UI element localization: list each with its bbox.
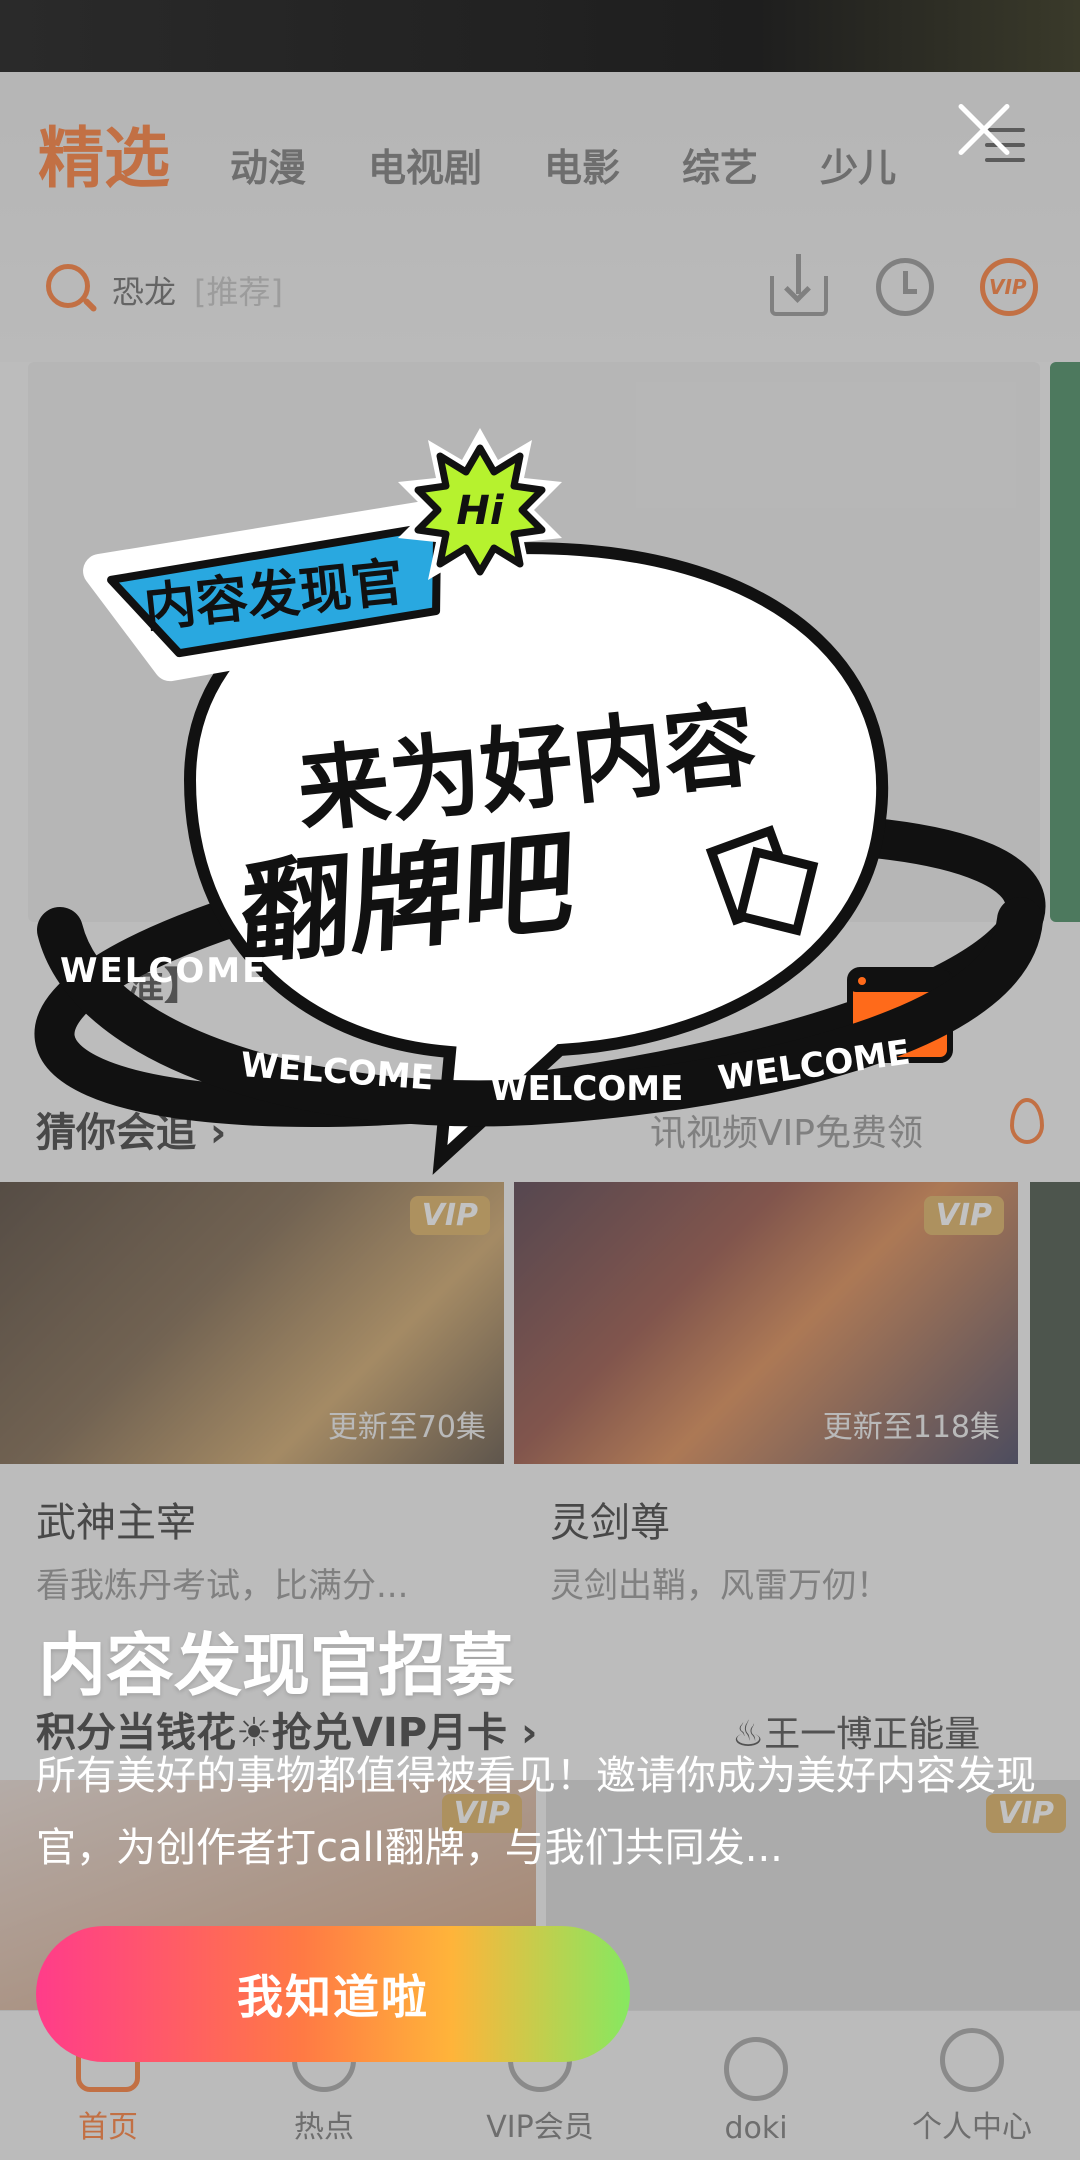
ring-text: WELCOME <box>60 951 267 991</box>
app-root: 精选 动漫 电视剧 电影 综艺 少儿 恐龙 [推荐] VIP 【瞄准】 猜你会追… <box>0 0 1080 2160</box>
got-it-button[interactable]: 我知道啦 <box>36 1926 630 2062</box>
status-bar <box>0 0 1080 72</box>
popup-title: 内容发现官招募 <box>38 1627 515 1706</box>
popup-description: 所有美好的事物都值得被看见！邀请你成为美好内容发现官，为创作者打call翻牌，与… <box>36 1753 1036 1871</box>
promo-illustration: 内容发现官 Hi 来为好内容 翻牌吧 WELCOME WELCOME WELCO… <box>34 428 1046 1175</box>
hi-text: Hi <box>456 488 504 534</box>
svg-text:WELCOME: WELCOME <box>60 951 267 991</box>
ring-text: WELCOME <box>490 1069 683 1109</box>
got-it-label: 我知道啦 <box>237 1970 429 2024</box>
close-icon[interactable] <box>955 102 1011 158</box>
